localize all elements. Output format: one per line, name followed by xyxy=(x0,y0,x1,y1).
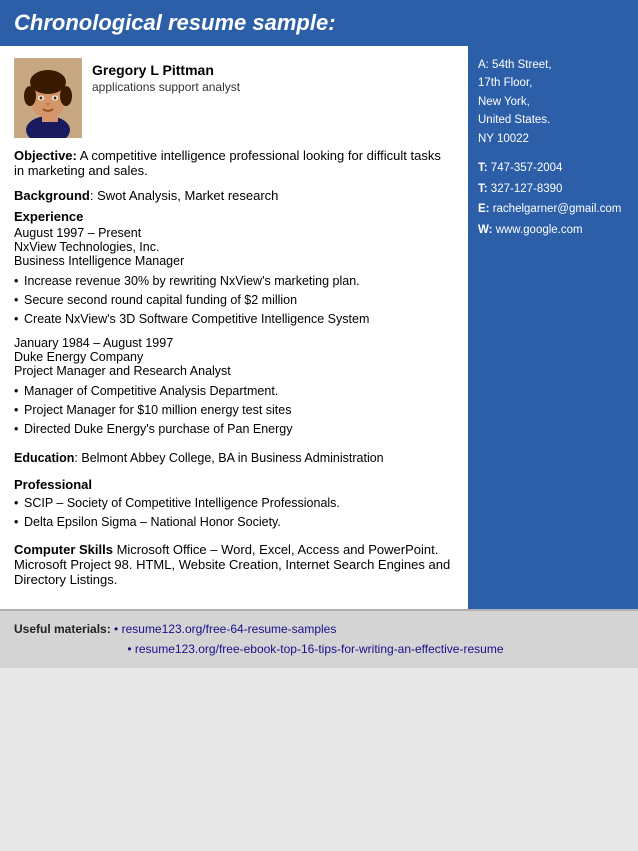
education-text: Education: Belmont Abbey College, BA in … xyxy=(14,449,454,468)
footer-bullet-2: • xyxy=(127,642,135,656)
contact-label-e: E: xyxy=(478,203,490,215)
contact-web: W: www.google.com xyxy=(478,220,628,241)
background-section: Background: Swot Analysis, Market resear… xyxy=(14,188,454,203)
address-line5: NY 10022 xyxy=(478,130,628,148)
job-1: August 1997 – Present NxView Technologie… xyxy=(14,226,454,328)
sidebar-address: A: 54th Street, 17th Floor, New York, Un… xyxy=(478,56,628,148)
bullet-item: Secure second round capital funding of $… xyxy=(14,291,454,310)
professional-heading: Professional xyxy=(14,477,454,492)
main-content: Gregory L Pittman applications support a… xyxy=(0,46,468,609)
address-line4: United States. xyxy=(478,111,628,129)
contact-phone1: T: 747-357-2004 xyxy=(478,158,628,179)
experience-heading: Experience xyxy=(14,209,454,224)
contact-value-e: rachelgarner@gmail.com xyxy=(493,203,622,215)
contact-label-t1: T: xyxy=(478,162,488,174)
professional-bullets: SCIP – Society of Competitive Intelligen… xyxy=(14,494,454,532)
contact-email: E: rachelgarner@gmail.com xyxy=(478,199,628,220)
bullet-item: Increase revenue 30% by rewriting NxView… xyxy=(14,272,454,291)
bullet-item: Project Manager for $10 million energy t… xyxy=(14,401,454,420)
profile-section: Gregory L Pittman applications support a… xyxy=(14,58,454,138)
address-line3: New York, xyxy=(478,93,628,111)
bullet-item: Directed Duke Energy's purchase of Pan E… xyxy=(14,420,454,439)
page: Chronological resume sample: xyxy=(0,0,638,668)
contact-value-t1: 747-357-2004 xyxy=(491,162,563,174)
address-line1: A: 54th Street, xyxy=(478,56,628,74)
profile-job-title: applications support analyst xyxy=(92,80,240,94)
contact-label-t2: T: xyxy=(478,183,488,195)
sidebar-contacts: T: 747-357-2004 T: 327-127-8390 E: rache… xyxy=(478,158,628,241)
content-wrapper: Gregory L Pittman applications support a… xyxy=(0,46,638,609)
job-2-role: Project Manager and Research Analyst xyxy=(14,364,454,378)
job-2-company: Duke Energy Company xyxy=(14,350,454,364)
address-line2: 17th Floor, xyxy=(478,74,628,92)
sidebar: A: 54th Street, 17th Floor, New York, Un… xyxy=(468,46,638,609)
job-1-bullets: Increase revenue 30% by rewriting NxView… xyxy=(14,272,454,328)
job-2: January 1984 – August 1997 Duke Energy C… xyxy=(14,336,454,438)
objective-label: Objective: xyxy=(14,148,77,163)
avatar xyxy=(14,58,82,138)
contact-label-w: W: xyxy=(478,224,492,236)
profile-name: Gregory L Pittman xyxy=(92,62,240,78)
bullet-item: Manager of Competitive Analysis Departme… xyxy=(14,382,454,401)
profile-info: Gregory L Pittman applications support a… xyxy=(92,58,240,94)
computer-skills-label: Computer Skills xyxy=(14,542,113,557)
header-bar: Chronological resume sample: xyxy=(0,0,638,46)
job-2-bullets: Manager of Competitive Analysis Departme… xyxy=(14,382,454,438)
job-1-dates: August 1997 – Present xyxy=(14,226,454,240)
objective-text: A competitive intelligence professional … xyxy=(14,148,441,178)
experience-section: Experience August 1997 – Present NxView … xyxy=(14,209,454,439)
footer-link-1[interactable]: resume123.org/free-64-resume-samples xyxy=(122,622,337,636)
footer-bar: Useful materials: • resume123.org/free-6… xyxy=(0,609,638,668)
bullet-item: Delta Epsilon Sigma – National Honor Soc… xyxy=(14,513,454,532)
background-label: Background xyxy=(14,188,90,203)
footer-link-2[interactable]: resume123.org/free-ebook-top-16-tips-for… xyxy=(135,642,504,656)
computer-skills-section: Computer Skills Microsoft Office – Word,… xyxy=(14,542,454,587)
professional-section: Professional SCIP – Society of Competiti… xyxy=(14,477,454,532)
job-1-company: NxView Technologies, Inc. xyxy=(14,240,454,254)
header-title: Chronological resume sample: xyxy=(14,10,336,35)
education-detail: : Belmont Abbey College, BA in Business … xyxy=(74,451,383,465)
objective-section: Objective: A competitive intelligence pr… xyxy=(14,148,454,178)
education-section: Education: Belmont Abbey College, BA in … xyxy=(14,449,454,468)
footer-label: Useful materials: xyxy=(14,622,111,636)
background-text: : Swot Analysis, Market research xyxy=(90,188,279,203)
education-label: Education xyxy=(14,451,74,465)
footer-bullet-1: • xyxy=(114,622,122,636)
contact-phone2: T: 327-127-8390 xyxy=(478,179,628,200)
job-2-dates: January 1984 – August 1997 xyxy=(14,336,454,350)
bullet-item: SCIP – Society of Competitive Intelligen… xyxy=(14,494,454,513)
contact-value-w: www.google.com xyxy=(496,224,583,236)
job-1-role: Business Intelligence Manager xyxy=(14,254,454,268)
contact-value-t2: 327-127-8390 xyxy=(491,183,563,195)
bullet-item: Create NxView's 3D Software Competitive … xyxy=(14,310,454,329)
